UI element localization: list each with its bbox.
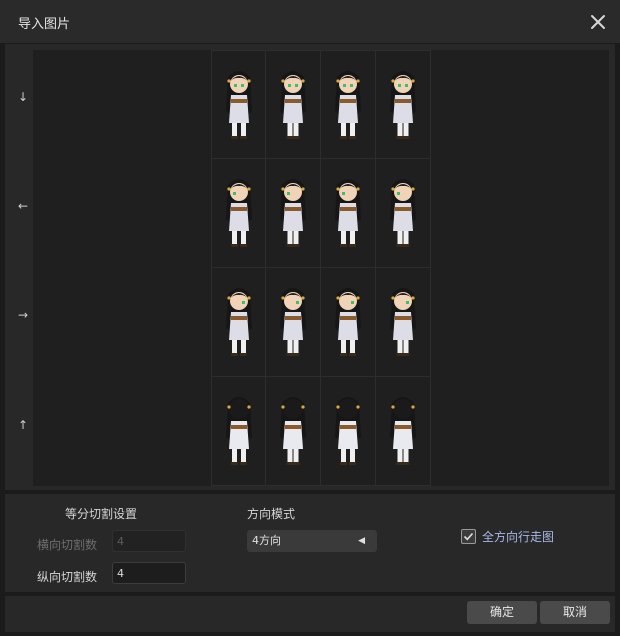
character-sprite-down [335,70,361,139]
sprite-frame [211,159,266,268]
sprite-frame [266,377,321,486]
checkmark-icon [463,532,474,541]
character-sprite-up [390,397,416,465]
direction-mode-title: 方向模式 [247,507,296,521]
character-sprite-right [390,288,416,356]
character-sprite-up [225,397,252,465]
cancel-button[interactable]: 取消 [540,601,610,624]
character-sprite-left [335,179,361,247]
vertical-split-input[interactable] [112,562,186,584]
direction-mode-select[interactable]: 4方向 ◀ [247,530,377,552]
horizontal-split-input[interactable] [112,530,186,552]
caret-left-icon: ◀ [358,536,365,546]
title-bar: 导入图片 [0,0,620,44]
character-sprite-right [335,288,361,356]
character-sprite-left [225,179,252,247]
dialog-footer: 确定 取消 [5,596,615,632]
sprite-frame [321,50,376,159]
sprite-frame [321,159,376,268]
direction-mode-value: 4方向 [252,534,281,547]
settings-panel: 等分切割设置 横向切割数 纵向切割数 方向模式 4方向 ◀ 全方向行走图 [5,494,615,592]
sprite-frame [211,50,266,159]
character-sprite-right [280,288,306,356]
sprite-frame [321,268,376,377]
image-preview-canvas[interactable] [33,50,609,486]
character-sprite-down [225,70,252,139]
split-settings-title: 等分切割设置 [65,507,138,521]
character-sprite-up [335,397,361,465]
dialog-title: 导入图片 [18,17,71,32]
close-button[interactable] [586,10,610,34]
sprite-frame [321,377,376,486]
vertical-split-label: 纵向切割数 [37,570,98,584]
character-sprite-left [280,179,306,247]
sprite-frame [376,268,431,377]
sprite-sheet [211,50,431,486]
sprite-frame [376,377,431,486]
sprite-frame [376,50,431,159]
sprite-frame [376,159,431,268]
sprite-frame [266,268,321,377]
horizontal-split-label: 横向切割数 [37,538,98,552]
character-sprite-down [390,70,416,139]
character-sprite-left [390,179,416,247]
close-icon [591,15,605,29]
character-sprite-down [280,70,306,139]
all-direction-walk-toggle[interactable]: 全方向行走图 [461,528,554,545]
all-direction-label: 全方向行走图 [482,530,555,544]
all-direction-checkbox[interactable] [461,529,476,544]
arrow-right-icon: → [17,308,29,322]
sprite-frame [211,268,266,377]
character-sprite-up [280,397,306,465]
preview-panel: ↓ ← → ↑ [5,44,615,490]
arrow-down-icon: ↓ [17,90,29,104]
sprite-frame [211,377,266,486]
sprite-frame [266,50,321,159]
arrow-left-icon: ← [17,199,29,213]
confirm-button[interactable]: 确定 [467,601,537,624]
character-sprite-right [225,288,252,356]
arrow-up-icon: ↑ [17,418,29,432]
sprite-frame [266,159,321,268]
